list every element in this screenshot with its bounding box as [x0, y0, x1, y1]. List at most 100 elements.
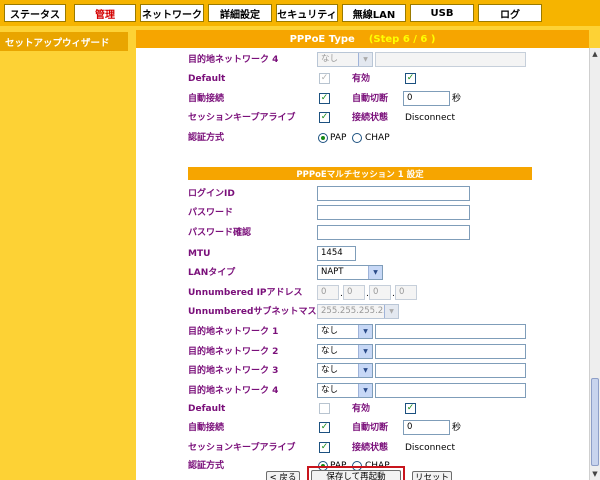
sidebar: セットアップウィザード: [0, 26, 132, 480]
auth-pap-radio-prev[interactable]: [318, 133, 328, 143]
scroll-up-icon[interactable]: ▲: [590, 49, 600, 59]
dest-network-4-input[interactable]: [375, 383, 526, 398]
keepalive-label-prev: セッションキープアライブ: [188, 113, 296, 123]
keepalive-label: セッションキープアライブ: [188, 443, 296, 453]
unnumbered-mask-select[interactable]: 255.255.255.254 ▼: [317, 304, 399, 319]
auto-disconnect-input[interactable]: 0: [403, 420, 450, 435]
enabled-checkbox-prev[interactable]: ✓: [405, 73, 416, 84]
checkmark-icon: ✓: [406, 403, 415, 413]
content-frame: PPPoE Type (Step 6 / 6 ) 目的地ネットワーク 4 なし …: [132, 26, 600, 480]
reset-button[interactable]: リセット: [412, 471, 452, 480]
dest-network-3-input[interactable]: [375, 363, 526, 378]
checkmark-icon: ✓: [320, 112, 329, 122]
dest-network-4-label: 目的地ネットワーク 4: [188, 386, 279, 396]
password-input[interactable]: [317, 205, 470, 220]
login-id-input[interactable]: [317, 186, 470, 201]
tab-log[interactable]: ログ: [478, 4, 542, 22]
tab-status[interactable]: ステータス: [4, 4, 66, 22]
dest-network-2-select[interactable]: なし ▼: [317, 344, 373, 359]
checkmark-icon: ✓: [320, 73, 329, 83]
auth-label: 認証方式: [188, 461, 225, 471]
unnumbered-ip-octet-4[interactable]: 0: [395, 285, 417, 300]
dest-network-3-select[interactable]: なし ▼: [317, 363, 373, 378]
settings-panel: 目的地ネットワーク 4 なし ▼ Default ✓ 有効 ✓ 自動接続 ✓ 自…: [136, 48, 589, 480]
back-button[interactable]: < 戻る: [266, 471, 300, 480]
auto-connect-checkbox-prev[interactable]: ✓: [319, 93, 330, 104]
auth-chap-radio-prev[interactable]: [352, 133, 362, 143]
chevron-down-icon: ▼: [358, 325, 372, 338]
default-checkbox[interactable]: [319, 403, 330, 414]
conn-status-value: Disconnect: [405, 443, 455, 453]
tab-security[interactable]: セキュリティ: [276, 4, 338, 22]
mtu-label: MTU: [188, 249, 211, 259]
top-navigation-bar: ステータス 管理 ネットワーク 詳細設定 セキュリティ 無線LAN USB ログ: [0, 0, 600, 26]
unnumbered-ip-octet-3[interactable]: 0: [369, 285, 391, 300]
password-label: パスワード: [188, 208, 234, 218]
tab-network[interactable]: ネットワーク: [140, 4, 204, 22]
auto-connect-checkbox[interactable]: ✓: [319, 422, 330, 433]
default-checkbox-prev[interactable]: ✓: [319, 73, 330, 84]
dest-network-4-select-value: なし: [321, 54, 339, 64]
lan-type-select-value: NAPT: [321, 267, 344, 277]
password-confirm-label: パスワード確認: [188, 228, 252, 238]
dest-network-4-input-prev[interactable]: [375, 52, 526, 67]
scrollbar-thumb[interactable]: [591, 378, 599, 466]
multisession-1-section-header: PPPoEマルチセッション 1 設定: [188, 167, 532, 180]
dest-network-3-select-value: なし: [321, 365, 339, 375]
login-id-label: ログインID: [188, 189, 235, 199]
auto-connect-label-prev: 自動接続: [188, 94, 225, 104]
password-confirm-input[interactable]: [317, 225, 470, 240]
sidebar-item-setup-wizard[interactable]: セットアップウィザード: [0, 32, 128, 51]
checkmark-icon: ✓: [406, 73, 415, 83]
keepalive-checkbox[interactable]: ✓: [319, 442, 330, 453]
seconds-unit-prev: 秒: [452, 94, 462, 104]
dest-network-1-select-value: なし: [321, 326, 339, 336]
chevron-down-icon: ▼: [358, 384, 372, 397]
mtu-input[interactable]: 1454: [317, 246, 356, 261]
dest-network-2-select-value: なし: [321, 346, 339, 356]
enabled-label: 有効: [352, 404, 371, 414]
unnumbered-ip-octet-2[interactable]: 0: [343, 285, 365, 300]
step-indicator: (Step 6 / 6 ): [368, 33, 436, 45]
tab-wireless-lan[interactable]: 無線LAN: [342, 4, 406, 22]
chevron-down-icon: ▼: [358, 345, 372, 358]
dest-network-1-label: 目的地ネットワーク 1: [188, 327, 279, 337]
dest-network-1-input[interactable]: [375, 324, 526, 339]
chevron-down-icon: ▼: [358, 364, 372, 377]
unnumbered-mask-label: Unnumberedサブネットマスク: [188, 307, 326, 317]
unnumbered-ip-label: Unnumbered IPアドレス: [188, 288, 303, 298]
save-reboot-button[interactable]: 保存して再起動: [311, 470, 401, 480]
dest-network-2-label: 目的地ネットワーク 2: [188, 347, 279, 357]
checkmark-icon: ✓: [320, 442, 329, 452]
auto-disconnect-label: 自動切断: [352, 423, 389, 433]
tab-management[interactable]: 管理: [74, 4, 136, 22]
vertical-scrollbar[interactable]: ▲ ▼: [589, 48, 600, 480]
chevron-down-icon: ▼: [358, 53, 372, 66]
enabled-label-prev: 有効: [352, 74, 371, 84]
keepalive-checkbox-prev[interactable]: ✓: [319, 112, 330, 123]
seconds-unit: 秒: [452, 423, 462, 433]
default-label: Default: [188, 404, 226, 414]
dest-network-1-select[interactable]: なし ▼: [317, 324, 373, 339]
auto-disconnect-label-prev: 自動切断: [352, 94, 389, 104]
dest-network-2-input[interactable]: [375, 344, 526, 359]
unnumbered-ip-octet-1[interactable]: 0: [317, 285, 339, 300]
auto-disconnect-input-prev[interactable]: 0: [403, 91, 450, 106]
auto-connect-label: 自動接続: [188, 423, 225, 433]
dest-network-4-select-prev[interactable]: なし ▼: [317, 52, 373, 67]
dest-network-4-select[interactable]: なし ▼: [317, 383, 373, 398]
auth-label-prev: 認証方式: [188, 133, 225, 143]
enabled-checkbox[interactable]: ✓: [405, 403, 416, 414]
dest-network-3-label: 目的地ネットワーク 3: [188, 366, 279, 376]
checkmark-icon: ✓: [320, 93, 329, 103]
tab-advanced[interactable]: 詳細設定: [208, 4, 272, 22]
lan-type-select[interactable]: NAPT ▼: [317, 265, 383, 280]
chevron-down-icon: ▼: [384, 305, 398, 318]
dest-network-4-select-value: なし: [321, 385, 339, 395]
default-label-prev: Default: [188, 74, 226, 84]
tab-usb[interactable]: USB: [410, 4, 474, 22]
page-title-bar: PPPoE Type (Step 6 / 6 ): [136, 30, 589, 48]
scroll-down-icon[interactable]: ▼: [590, 469, 600, 479]
auth-pap-text-prev: PAP: [330, 133, 347, 143]
chevron-down-icon: ▼: [368, 266, 382, 279]
